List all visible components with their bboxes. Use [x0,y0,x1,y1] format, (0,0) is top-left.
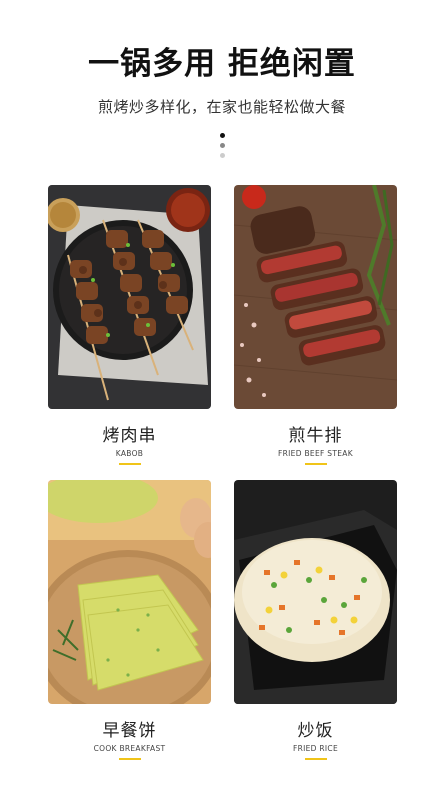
accent-underline [304,758,327,760]
page-subtitle: 煎烤炒多样化，在家也能轻松做大餐 [97,98,346,116]
accent-underline [118,463,141,465]
page-title: 一锅多用 拒绝闲置 [88,46,356,82]
dish-name-cn: 炒饭 [297,721,334,741]
accent-underline [304,463,327,465]
fried-rice-photo [234,480,397,704]
pancake-photo [48,480,211,704]
dish-name-en: FRIED BEEF STEAK [278,449,353,458]
dish-name-en: KABOB [115,449,144,458]
dish-name-cn: 煎牛排 [288,426,343,446]
dish-name-en: FRIED RICE [292,744,339,753]
pagination-dot-3[interactable] [219,153,225,158]
dish-card-steak[interactable]: 煎牛排 FRIED BEEF STEAK [234,185,397,465]
dish-name-cn: 烤肉串 [102,426,157,446]
kabob-photo [48,185,211,409]
accent-underline [118,758,141,760]
pagination-dots [218,133,226,163]
dish-card-kabob[interactable]: 烤肉串 KABOB [48,185,211,465]
pagination-dot-2[interactable] [219,143,225,148]
dish-name-cn: 早餐饼 [102,721,157,741]
steak-photo [234,185,397,409]
pagination-dot-1[interactable] [219,133,225,138]
dish-card-fried-rice[interactable]: 炒饭 FRIED RICE [234,480,397,760]
dish-name-en: COOK BREAKFAST [93,744,166,753]
dish-card-pancake[interactable]: 早餐饼 COOK BREAKFAST [48,480,211,760]
